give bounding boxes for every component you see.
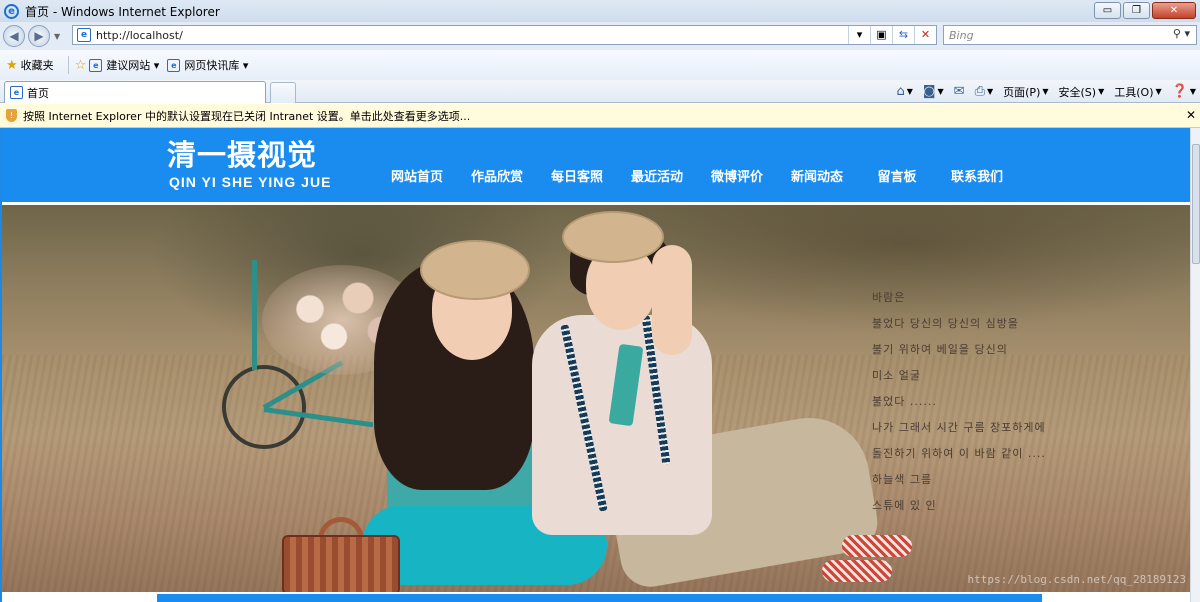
new-tab-button[interactable]: [270, 82, 296, 103]
address-bar: ◀ ▶ ▼ e http://localhost/ ▾ ▣ ⇆ ✕ Bing ⚲…: [0, 22, 1200, 50]
favorites-label: 收藏夹: [20, 59, 54, 72]
tab-home[interactable]: e 首页: [4, 81, 266, 103]
tools-menu[interactable]: 工具(O) ▼: [1114, 84, 1161, 100]
nav-contact[interactable]: 联系我们: [937, 170, 1017, 186]
poem-line: 스튜에 있 인: [872, 499, 937, 512]
nav-works[interactable]: 作品欣赏: [457, 170, 537, 186]
poem-line: 불었다 당신의 당신의 심방을: [872, 317, 1019, 330]
mail-button[interactable]: ✉: [954, 84, 965, 99]
safety-menu[interactable]: 安全(S) ▼: [1059, 84, 1105, 100]
girl-hat: [420, 240, 530, 300]
nav-guestbook[interactable]: 留言板: [857, 170, 937, 186]
info-bar-message[interactable]: 按照 Internet Explorer 中的默认设置现在已关闭 Intrane…: [23, 108, 470, 124]
printer-icon: ⎙: [974, 84, 985, 99]
url-text[interactable]: http://localhost/: [96, 29, 183, 42]
tools-menu-label: 工具(O): [1114, 85, 1154, 99]
shield-icon: !: [6, 109, 17, 122]
main-nav: 网站首页 作品欣赏 每日客照 最近活动 微博评价 新闻动态 留言板 联系我们: [377, 170, 1017, 186]
minimize-button[interactable]: ▭: [1094, 2, 1121, 19]
nav-recent-events[interactable]: 最近活动: [617, 170, 697, 186]
window-controls: ▭ ❐ ✕: [1094, 2, 1196, 19]
information-bar[interactable]: ! 按照 Internet Explorer 中的默认设置现在已关闭 Intra…: [0, 104, 1200, 128]
nav-home[interactable]: 网站首页: [377, 170, 457, 186]
help-icon: ❓: [1171, 84, 1188, 99]
suggested-sites-label: 建议网站 ▾: [106, 59, 160, 72]
nav-daily-photos[interactable]: 每日客照: [537, 170, 617, 186]
safety-menu-label: 安全(S): [1058, 85, 1097, 99]
command-bar: ⌂ ▼ ◙ ▼ ✉ ⎙ ▼ 页面(P) ▼ 安全(S) ▼ 工具(O) ▼ ❓ ▼: [896, 82, 1196, 101]
poem-line: 나가 그래서 시간 구름 장포하게에: [872, 421, 1046, 434]
shoe: [842, 535, 912, 557]
favorites-button[interactable]: ★ 收藏夹: [6, 57, 54, 73]
search-input[interactable]: Bing ⚲ ▾: [943, 25, 1197, 45]
boy-hat: [562, 211, 664, 263]
compatibility-view-icon[interactable]: ▣: [870, 26, 892, 44]
boy-arm: [652, 245, 692, 355]
site-header: 清一摄视觉 QIN YI SHE YING JUE 网站首页 作品欣赏 每日客照…: [2, 128, 1190, 202]
hero-banner-image: 바람은 불었다 당신의 당신의 심방을 불기 위하여 베일을 당신의 미소 얼굴…: [2, 202, 1190, 592]
close-icon[interactable]: ✕: [1186, 108, 1196, 122]
suggested-sites-button[interactable]: e 建议网站 ▾: [89, 57, 159, 73]
shoe: [822, 560, 892, 582]
url-field[interactable]: e http://localhost/ ▾ ▣ ⇆ ✕: [72, 25, 937, 45]
web-slice-gallery-button[interactable]: e 网页快讯库 ▾: [167, 57, 248, 73]
scrollbar-thumb[interactable]: [1192, 144, 1200, 264]
mail-icon: ✉: [953, 84, 965, 99]
bicycle-frame: [252, 260, 257, 370]
poem-line: 불기 위하여 베일을 당신의: [872, 343, 1008, 356]
window-title: 首页 - Windows Internet Explorer: [25, 4, 220, 19]
print-button[interactable]: ⎙ ▼: [975, 84, 994, 99]
tab-label: 首页: [27, 86, 49, 100]
add-favorite-icon[interactable]: ☆: [75, 58, 87, 73]
content-strip: [157, 594, 1042, 602]
picnic-basket: [282, 535, 400, 592]
site-logo[interactable]: 清一摄视觉: [167, 138, 317, 172]
back-button[interactable]: ◀: [3, 25, 25, 47]
rss-icon: ◙: [922, 84, 936, 99]
divider: [67, 56, 69, 74]
poem-line: 바람은: [872, 291, 906, 304]
ie-logo-icon: e: [4, 3, 19, 19]
ie-page-icon: e: [89, 58, 103, 72]
feeds-button[interactable]: ◙ ▼: [923, 84, 944, 99]
url-dropdown-icon[interactable]: ▾: [848, 26, 870, 44]
help-button[interactable]: ❓ ▼: [1172, 84, 1196, 99]
page-viewport: 清一摄视觉 QIN YI SHE YING JUE 网站首页 作品欣赏 每日客照…: [0, 128, 1190, 602]
stop-icon[interactable]: ✕: [914, 26, 936, 44]
tab-bar: e 首页 ⌂ ▼ ◙ ▼ ✉ ⎙ ▼ 页面(P) ▼ 安全(S) ▼ 工具(O) ▼ ❓ ▼: [0, 80, 1200, 103]
ie-page-icon: e: [10, 86, 23, 99]
vertical-scrollbar[interactable]: [1190, 128, 1200, 602]
watermark-text: https://blog.csdn.net/qq_28189123: [967, 573, 1186, 586]
poem-line: 하늘색 그름: [872, 473, 933, 486]
site-logo-pinyin: QIN YI SHE YING JUE: [169, 174, 332, 190]
refresh-icon[interactable]: ⇆: [892, 26, 914, 44]
search-icon[interactable]: ⚲ ▾: [1173, 27, 1190, 40]
page-menu-label: 页面(P): [1003, 85, 1041, 99]
forward-button[interactable]: ▶: [28, 25, 50, 47]
window-titlebar: e 首页 - Windows Internet Explorer ▭ ❐ ✕: [0, 0, 1200, 22]
restore-button[interactable]: ❐: [1123, 2, 1150, 19]
recent-pages-dropdown-icon[interactable]: ▼: [54, 32, 60, 41]
page-menu[interactable]: 页面(P) ▼: [1003, 84, 1048, 100]
poem-line: 미소 얼굴: [872, 369, 921, 382]
search-placeholder: Bing: [949, 28, 974, 42]
nav-weibo-reviews[interactable]: 微博评价: [697, 170, 777, 186]
home-icon: ⌂: [896, 84, 905, 99]
home-button[interactable]: ⌂ ▼: [896, 84, 912, 99]
star-icon: ★: [6, 57, 18, 73]
poem-line: 돌진하기 위하여 이 바람 같이 ....: [872, 447, 1046, 460]
banner-poem: 바람은 불었다 당신의 당신의 심방을 불기 위하여 베일을 당신의 미소 얼굴…: [872, 285, 1046, 519]
nav-news[interactable]: 新闻动态: [777, 170, 857, 186]
poem-line: 불었다 ......: [872, 395, 937, 408]
close-button[interactable]: ✕: [1152, 2, 1196, 19]
url-buttons: ▾ ▣ ⇆ ✕: [848, 26, 936, 44]
page-favicon-icon: e: [77, 28, 91, 42]
favorites-bar: ★ 收藏夹 ☆ e 建议网站 ▾ e 网页快讯库 ▾: [0, 50, 1200, 80]
web-slice-gallery-label: 网页快讯库 ▾: [184, 59, 249, 72]
ie-page-icon: e: [167, 58, 181, 72]
